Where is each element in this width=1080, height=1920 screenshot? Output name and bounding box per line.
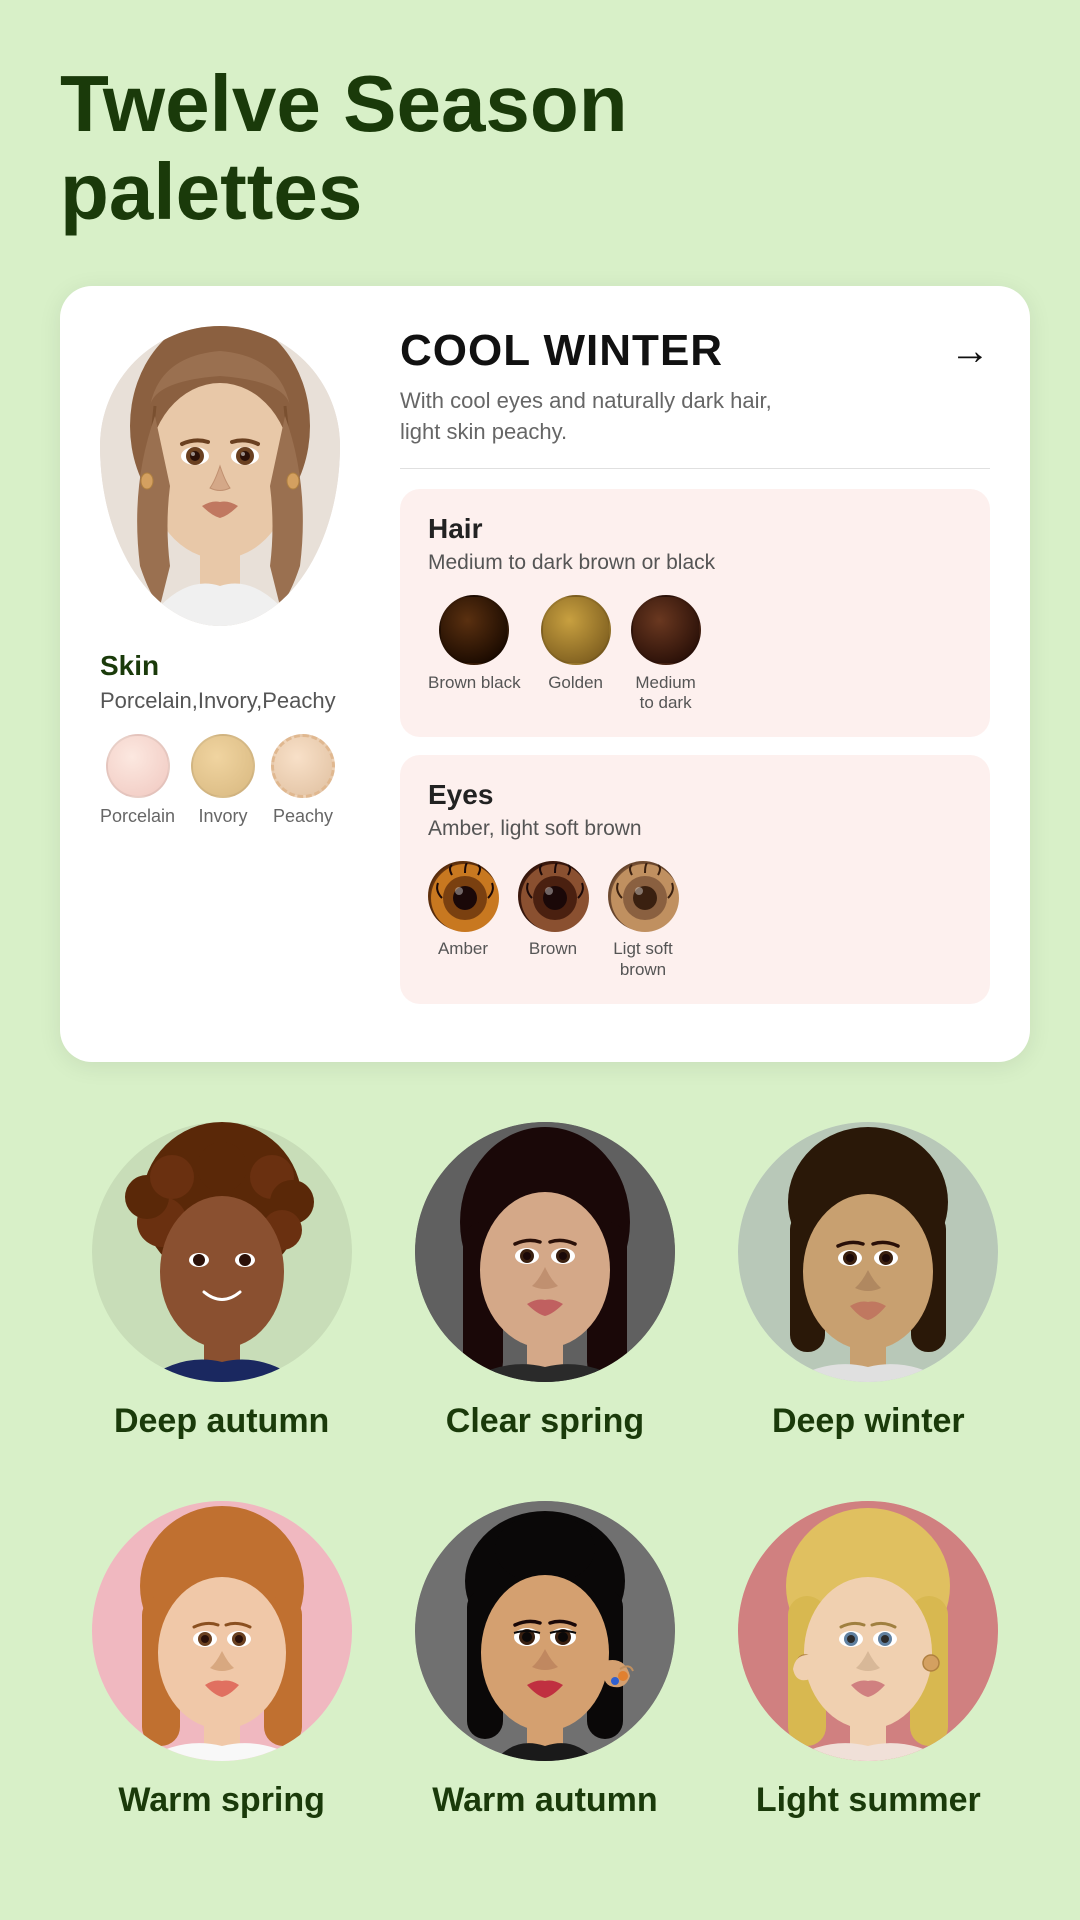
person-circle-warm-spring (92, 1501, 352, 1761)
season-header: COOL WINTER → (400, 326, 990, 376)
portrait-container (100, 326, 340, 626)
hair-color-brown-black (439, 595, 509, 665)
person-circle-light-summer (738, 1501, 998, 1761)
hair-trait-card: Hair Medium to dark brown or black Brown… (400, 489, 990, 738)
persons-section: Deep autumn (60, 1122, 1030, 1820)
card-right: COOL WINTER → With cool eyes and natural… (400, 326, 990, 1022)
persons-row-1: Deep autumn (60, 1122, 1030, 1441)
person-item-light-summer: Light summer (723, 1501, 1013, 1820)
swatch-label-porcelain: Porcelain (100, 806, 175, 827)
eye-color-brown (518, 861, 588, 931)
swatch-label-invory: Invory (199, 806, 248, 827)
person-label-warm-spring: Warm spring (118, 1781, 325, 1820)
swatch-label-peachy: Peachy (273, 806, 333, 827)
hair-trait-title: Hair (428, 513, 962, 545)
eye-label-light-soft-brown: Ligt softbrown (613, 939, 673, 980)
swatch-circle-peachy (271, 734, 335, 798)
hair-trait-items: Brown black Golden Mediumto dark (428, 595, 962, 714)
season-description: With cool eyes and naturally dark hair,l… (400, 386, 990, 448)
eye-label-brown: Brown (529, 939, 577, 959)
hair-item-golden: Golden (541, 595, 611, 714)
eye-item-light-soft-brown: Ligt softbrown (608, 861, 678, 980)
person-circle-deep-autumn (92, 1122, 352, 1382)
page-container: Twelve Season palettes (0, 0, 1080, 1920)
eyes-trait-title: Eyes (428, 779, 962, 811)
card-left: Skin Porcelain,Invory,Peachy Porcelain I… (100, 326, 360, 1022)
hair-label-golden: Golden (548, 673, 603, 693)
skin-label: Skin (100, 650, 159, 682)
skin-swatches: Porcelain Invory Peachy (100, 734, 335, 827)
person-item-clear-spring: Clear spring (400, 1122, 690, 1441)
eye-color-amber (428, 861, 498, 931)
eye-item-amber: Amber (428, 861, 498, 980)
swatch-invory: Invory (191, 734, 255, 827)
hair-color-golden (541, 595, 611, 665)
eye-label-amber: Amber (438, 939, 488, 959)
swatch-circle-porcelain (106, 734, 170, 798)
person-label-light-summer: Light summer (756, 1781, 981, 1820)
swatch-peachy: Peachy (271, 734, 335, 827)
hair-color-medium-dark (631, 595, 701, 665)
person-item-warm-spring: Warm spring (77, 1501, 367, 1820)
eyes-trait-items: Amber (428, 861, 962, 980)
person-label-warm-autumn: Warm autumn (432, 1781, 657, 1820)
eye-item-brown: Brown (518, 861, 588, 980)
eyes-trait-card: Eyes Amber, light soft brown (400, 755, 990, 1004)
hair-label-medium-dark: Mediumto dark (635, 673, 695, 714)
person-circle-warm-autumn (415, 1501, 675, 1761)
person-item-deep-autumn: Deep autumn (77, 1122, 367, 1441)
hair-item-brown-black: Brown black (428, 595, 521, 714)
eye-color-light-soft-brown (608, 861, 678, 931)
person-circle-clear-spring (415, 1122, 675, 1382)
main-title: Twelve Season palettes (60, 60, 1030, 236)
swatch-circle-invory (191, 734, 255, 798)
person-label-clear-spring: Clear spring (446, 1402, 644, 1441)
season-title: COOL WINTER (400, 326, 723, 376)
persons-row-2: Warm spring (60, 1501, 1030, 1820)
swatch-porcelain: Porcelain (100, 734, 175, 827)
person-item-warm-autumn: Warm autumn (400, 1501, 690, 1820)
person-circle-deep-winter (738, 1122, 998, 1382)
season-card: Skin Porcelain,Invory,Peachy Porcelain I… (60, 286, 1030, 1062)
person-label-deep-autumn: Deep autumn (114, 1402, 329, 1441)
divider (400, 468, 990, 469)
hair-label-brown-black: Brown black (428, 673, 521, 693)
eyes-trait-subtitle: Amber, light soft brown (428, 817, 962, 841)
person-label-deep-winter: Deep winter (772, 1402, 965, 1441)
hair-trait-subtitle: Medium to dark brown or black (428, 551, 962, 575)
arrow-icon[interactable]: → (950, 329, 990, 374)
hair-item-medium-dark: Mediumto dark (631, 595, 701, 714)
person-item-deep-winter: Deep winter (723, 1122, 1013, 1441)
skin-subtitle: Porcelain,Invory,Peachy (100, 688, 336, 714)
